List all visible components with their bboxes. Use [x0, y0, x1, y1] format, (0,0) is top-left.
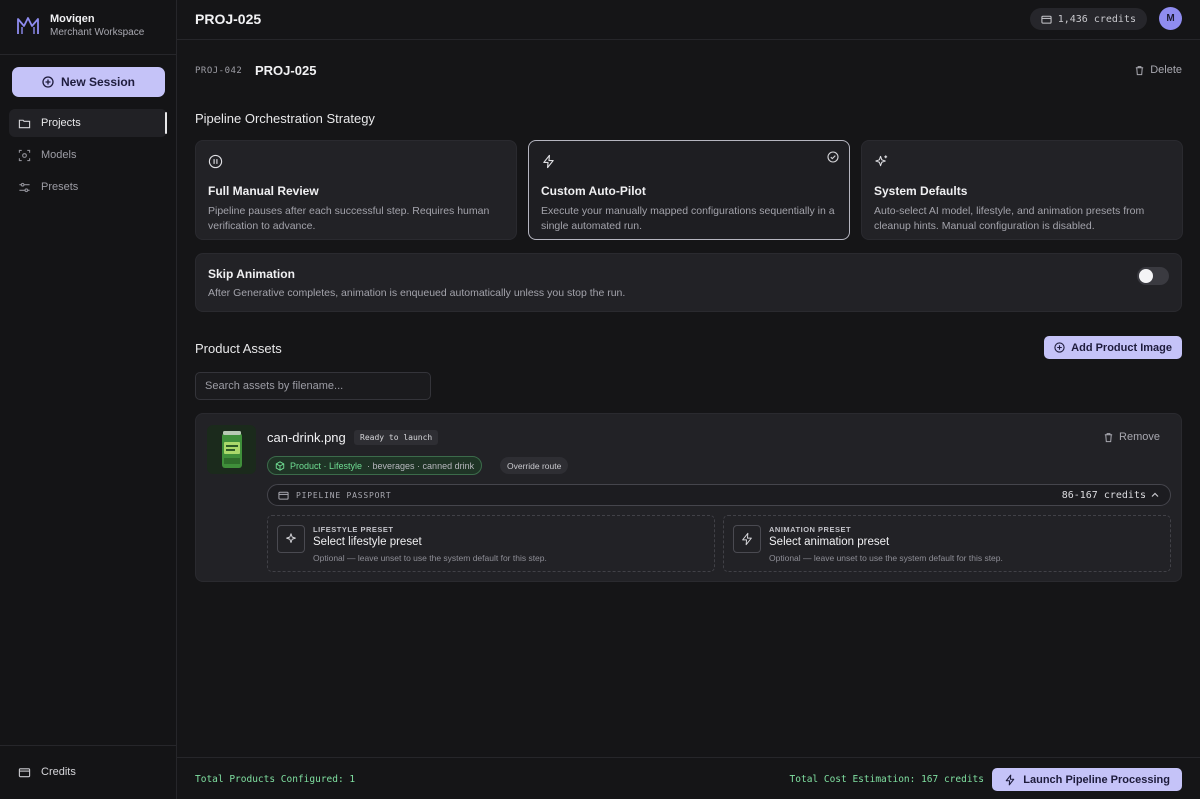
pause-icon	[208, 154, 223, 169]
credits-count: 1,436 credits	[1057, 13, 1136, 25]
plus-circle-icon	[1054, 342, 1065, 353]
zap-icon	[742, 532, 752, 546]
sidebar-item-label: Credits	[41, 766, 76, 778]
card-description: Execute your manually mapped configurati…	[541, 205, 835, 232]
strategy-card-defaults[interactable]: System Defaults Auto-select AI model, li…	[861, 140, 1183, 240]
preset-category: ANIMATION PRESET	[769, 525, 852, 534]
preset-title: Select animation preset	[769, 536, 890, 548]
main-content: PROJ-042 PROJ-025 Delete Pipeline Orches…	[177, 40, 1200, 757]
strategy-title: Pipeline Orchestration Strategy	[195, 111, 375, 126]
trash-icon	[1136, 65, 1144, 75]
avatar[interactable]: M	[1159, 7, 1182, 30]
plus-circle-icon	[42, 76, 54, 88]
sliders-icon	[19, 182, 30, 192]
sidebar-item-projects[interactable]: Projects	[9, 109, 167, 137]
project-id: PROJ-042	[195, 66, 243, 76]
product-thumbnail	[207, 425, 256, 474]
preset-icon-box	[277, 525, 305, 553]
wallet-icon	[278, 491, 289, 500]
card-title: Custom Auto-Pilot	[541, 184, 646, 198]
animation-preset-selector[interactable]: ANIMATION PRESET Select animation preset…	[723, 515, 1171, 572]
strategy-card-manual[interactable]: Full Manual Review Pipeline pauses after…	[195, 140, 517, 240]
launch-pipeline-button[interactable]: Launch Pipeline Processing	[992, 768, 1182, 791]
pipeline-passport[interactable]: PIPELINE PASSPORT 86-167 credits	[267, 484, 1171, 506]
total-products: Total Products Configured: 1	[195, 774, 356, 785]
asset-card: can-drink.png Ready to launch Remove Pro…	[195, 413, 1182, 582]
card-title: Full Manual Review	[208, 184, 319, 198]
zap-icon	[1006, 774, 1015, 785]
assets-title: Product Assets	[195, 341, 282, 356]
new-session-button[interactable]: New Session	[12, 67, 165, 97]
tag-primary: Product · Lifestyle	[290, 460, 363, 471]
preset-description: Optional — leave unset to use the system…	[313, 553, 547, 563]
preset-description: Optional — leave unset to use the system…	[769, 553, 1003, 563]
sidebar-item-credits[interactable]: Credits	[9, 758, 167, 786]
add-product-image-label: Add Product Image	[1071, 341, 1172, 354]
sidebar-item-label: Projects	[41, 117, 81, 129]
strategy-card-autopilot[interactable]: Custom Auto-Pilot Execute your manually …	[528, 140, 850, 240]
passport-credits: 86-167 credits	[1061, 489, 1146, 501]
remove-label: Remove	[1119, 431, 1160, 443]
delete-button[interactable]: Delete	[1134, 64, 1182, 76]
wallet-icon	[18, 767, 31, 777]
box-icon	[275, 460, 285, 471]
new-session-label: New Session	[60, 75, 136, 89]
override-route-button[interactable]: Override route	[500, 457, 569, 474]
check-circle-icon	[827, 151, 839, 163]
card-description: Pipeline pauses after each successful st…	[208, 205, 490, 232]
sidebar: Moviqen Merchant Workspace New Session P…	[0, 0, 177, 799]
toggle-knob	[1139, 269, 1153, 283]
card-title: System Defaults	[874, 184, 968, 198]
preset-title: Select lifestyle preset	[313, 536, 422, 548]
card-description: Auto-select AI model, lifestyle, and ani…	[874, 205, 1145, 232]
divider	[0, 54, 176, 55]
status-badge: Ready to launch	[354, 430, 439, 445]
logo-icon	[17, 17, 39, 34]
preset-category: LIFESTYLE PRESET	[313, 525, 394, 534]
credits-badge[interactable]: 1,436 credits	[1029, 8, 1147, 30]
asset-search-input[interactable]: Search assets by filename...	[195, 372, 431, 400]
add-product-image-button[interactable]: Add Product Image	[1044, 336, 1182, 359]
tag-secondary: · beverages · canned drink	[367, 460, 475, 471]
sidebar-item-label: Presets	[41, 181, 79, 193]
sparkles-icon	[875, 155, 888, 167]
classification-tag[interactable]: Product · Lifestyle · beverages · canned…	[267, 456, 483, 475]
skip-animation-description: After Generative completes, animation is…	[208, 287, 626, 299]
lifestyle-preset-selector[interactable]: LIFESTYLE PRESET Select lifestyle preset…	[267, 515, 715, 572]
delete-label: Delete	[1150, 64, 1182, 76]
preset-icon-box	[733, 525, 761, 553]
brand: Moviqen Merchant Workspace	[16, 13, 144, 39]
brand-subtitle: Merchant Workspace	[50, 27, 145, 38]
trash-icon	[1104, 432, 1113, 442]
sidebar-item-models[interactable]: Models	[9, 141, 167, 169]
brand-name: Moviqen	[50, 13, 95, 25]
divider	[0, 745, 176, 746]
folder-icon	[18, 119, 31, 128]
zap-icon	[543, 154, 554, 169]
asset-filename: can-drink.png	[267, 430, 346, 445]
skip-animation-toggle[interactable]	[1137, 267, 1169, 285]
launch-label: Launch Pipeline Processing	[1023, 773, 1170, 786]
total-cost: Total Cost Estimation: 167 credits	[789, 774, 984, 785]
skip-animation-card: Skip Animation After Generative complete…	[195, 253, 1182, 312]
passport-label: PIPELINE PASSPORT	[296, 490, 392, 500]
scan-face-icon	[18, 149, 31, 161]
chevron-up-icon	[1151, 492, 1159, 497]
skip-animation-title: Skip Animation	[208, 267, 295, 281]
footer-bar: Total Products Configured: 1 Total Cost …	[177, 757, 1200, 799]
sidebar-item-label: Models	[41, 149, 77, 161]
wallet-icon	[1041, 15, 1052, 24]
page-title: PROJ-025	[195, 11, 262, 27]
can-image-icon	[221, 430, 242, 468]
sparkles-icon	[286, 533, 296, 543]
remove-asset-button[interactable]: Remove	[1103, 431, 1160, 443]
sidebar-item-presets[interactable]: Presets	[9, 173, 167, 201]
project-name: PROJ-025	[255, 63, 317, 78]
topbar: PROJ-025 1,436 credits M	[177, 0, 1200, 40]
